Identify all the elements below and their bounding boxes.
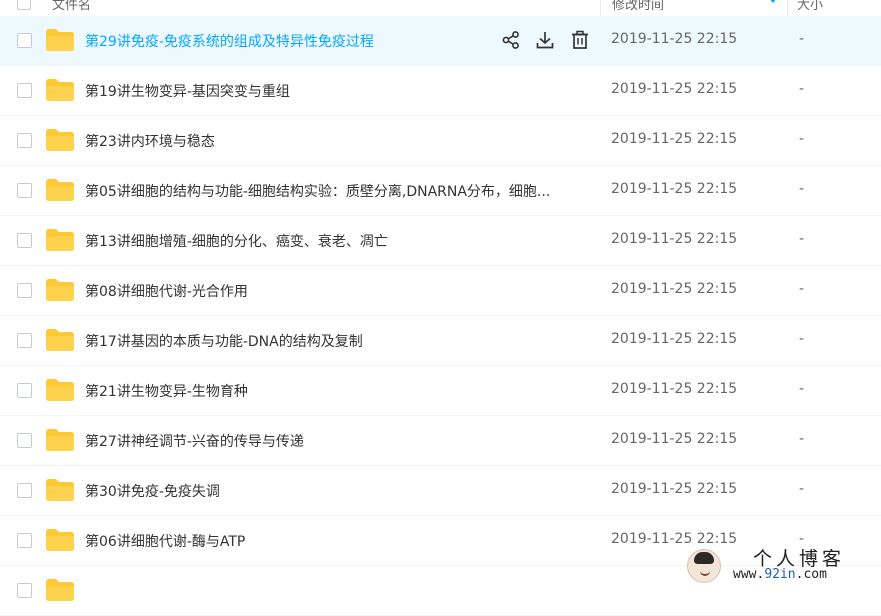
trash-icon[interactable] bbox=[569, 29, 591, 51]
modified-time: 2019-11-25 22:15 bbox=[611, 131, 738, 147]
file-row[interactable]: 第29讲免疫-免疫系统的组成及特异性免疫过程 2019-11-25 22:15 … bbox=[0, 16, 881, 66]
file-size: - bbox=[799, 131, 805, 147]
file-row[interactable]: 第13讲细胞增殖-细胞的分化、癌变、衰老、凋亡 2019-11-25 22:15… bbox=[0, 216, 881, 266]
file-name[interactable]: 第19讲生物变异-基因突变与重组 bbox=[85, 81, 290, 101]
file-name[interactable]: 第17讲基因的本质与功能-DNA的结构及复制 bbox=[85, 331, 363, 351]
file-size: - bbox=[799, 481, 805, 497]
file-row[interactable]: 第05讲细胞的结构与功能-细胞结构实验：质壁分离,DNARNA分布，细胞... … bbox=[0, 166, 881, 216]
file-name[interactable]: 第06讲细胞代谢-酶与ATP bbox=[85, 531, 245, 551]
file-size: - bbox=[799, 431, 805, 447]
folder-icon bbox=[46, 529, 74, 551]
row-checkbox[interactable] bbox=[17, 283, 32, 298]
row-checkbox[interactable] bbox=[17, 83, 32, 98]
file-row[interactable]: 第30讲免疫-免疫失调 2019-11-25 22:15 - bbox=[0, 466, 881, 516]
row-checkbox[interactable] bbox=[17, 383, 32, 398]
row-checkbox[interactable] bbox=[17, 233, 32, 248]
modified-time: 2019-11-25 22:15 bbox=[611, 481, 738, 497]
folder-icon bbox=[46, 379, 74, 401]
folder-icon bbox=[46, 279, 74, 301]
file-name[interactable]: 第08讲细胞代谢-光合作用 bbox=[85, 281, 248, 301]
avatar bbox=[687, 549, 721, 583]
folder-icon bbox=[46, 229, 74, 251]
folder-icon bbox=[46, 479, 74, 501]
file-size: - bbox=[799, 181, 805, 197]
modified-time: 2019-11-25 22:15 bbox=[611, 181, 738, 197]
column-divider bbox=[787, 0, 788, 16]
file-row[interactable]: 第19讲生物变异-基因突变与重组 2019-11-25 22:15 - bbox=[0, 66, 881, 116]
file-row[interactable]: 第21讲生物变异-生物育种 2019-11-25 22:15 - bbox=[0, 366, 881, 416]
file-size: - bbox=[799, 231, 805, 247]
modified-time: 2019-11-25 22:15 bbox=[611, 81, 738, 97]
row-checkbox[interactable] bbox=[17, 183, 32, 198]
row-checkbox[interactable] bbox=[17, 483, 32, 498]
modified-time: 2019-11-25 22:15 bbox=[611, 531, 738, 547]
file-size: - bbox=[799, 381, 805, 397]
file-name[interactable]: 第23讲内环境与稳态 bbox=[85, 131, 215, 151]
modified-time: 2019-11-25 22:15 bbox=[611, 331, 738, 347]
download-icon[interactable] bbox=[534, 29, 556, 51]
list-header: 文件名 修改时间 大小 bbox=[0, 0, 881, 17]
row-checkbox[interactable] bbox=[17, 533, 32, 548]
folder-icon bbox=[46, 579, 74, 601]
file-name[interactable]: 第29讲免疫-免疫系统的组成及特异性免疫过程 bbox=[85, 31, 374, 51]
file-size: - bbox=[799, 281, 805, 297]
file-size: - bbox=[799, 31, 805, 47]
column-header-name[interactable]: 文件名 bbox=[52, 0, 91, 13]
file-row[interactable]: 第08讲细胞代谢-光合作用 2019-11-25 22:15 - bbox=[0, 266, 881, 316]
column-header-time[interactable]: 修改时间 bbox=[612, 0, 664, 13]
modified-time: 2019-11-25 22:15 bbox=[611, 281, 738, 297]
folder-icon bbox=[46, 329, 74, 351]
row-checkbox[interactable] bbox=[17, 433, 32, 448]
modified-time: 2019-11-25 22:15 bbox=[611, 381, 738, 397]
file-row[interactable]: 第17讲基因的本质与功能-DNA的结构及复制 2019-11-25 22:15 … bbox=[0, 316, 881, 366]
column-divider bbox=[600, 0, 601, 16]
share-icon[interactable] bbox=[500, 29, 522, 51]
modified-time: 2019-11-25 22:15 bbox=[611, 31, 738, 47]
watermark-url: www.92in.com bbox=[733, 567, 827, 582]
folder-icon bbox=[46, 179, 74, 201]
row-checkbox[interactable] bbox=[17, 583, 32, 598]
folder-icon bbox=[46, 129, 74, 151]
watermark-logo: 个人博客 www.92in.com bbox=[687, 546, 881, 586]
file-name[interactable]: 第05讲细胞的结构与功能-细胞结构实验：质壁分离,DNARNA分布，细胞... bbox=[85, 181, 550, 201]
row-checkbox[interactable] bbox=[17, 133, 32, 148]
file-row[interactable]: 第27讲神经调节-兴奋的传导与传递 2019-11-25 22:15 - bbox=[0, 416, 881, 466]
column-header-size[interactable]: 大小 bbox=[797, 0, 823, 13]
folder-icon bbox=[46, 29, 74, 51]
file-row[interactable]: 第23讲内环境与稳态 2019-11-25 22:15 - bbox=[0, 116, 881, 166]
modified-time: 2019-11-25 22:15 bbox=[611, 431, 738, 447]
file-name[interactable]: 第30讲免疫-免疫失调 bbox=[85, 481, 220, 501]
file-name[interactable]: 第21讲生物变异-生物育种 bbox=[85, 381, 248, 401]
row-checkbox[interactable] bbox=[17, 33, 32, 48]
modified-time: 2019-11-25 22:15 bbox=[611, 231, 738, 247]
file-size: - bbox=[799, 81, 805, 97]
file-size: - bbox=[799, 331, 805, 347]
select-all-checkbox[interactable] bbox=[17, 0, 31, 10]
row-checkbox[interactable] bbox=[17, 333, 32, 348]
folder-icon bbox=[46, 429, 74, 451]
folder-icon bbox=[46, 79, 74, 101]
file-name[interactable]: 第13讲细胞增殖-细胞的分化、癌变、衰老、凋亡 bbox=[85, 231, 388, 251]
sort-descending-icon[interactable] bbox=[769, 0, 777, 3]
file-name[interactable]: 第27讲神经调节-兴奋的传导与传递 bbox=[85, 431, 304, 451]
